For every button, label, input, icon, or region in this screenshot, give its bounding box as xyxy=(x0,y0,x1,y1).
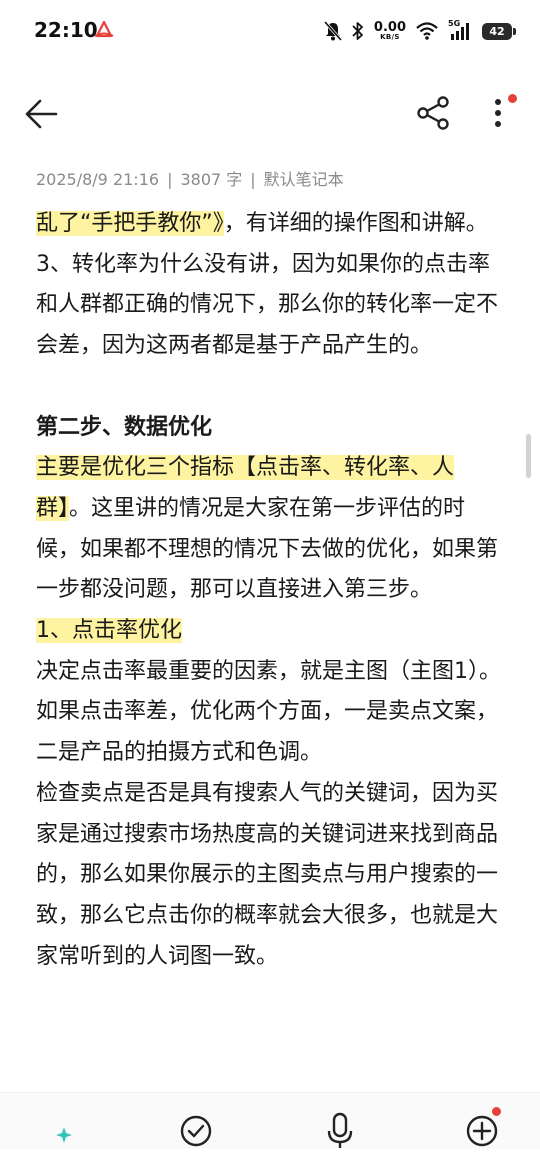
bottom-toolbar xyxy=(0,1092,540,1149)
mute-bell-icon xyxy=(323,21,342,41)
paragraph: 3、转化率为什么没有讲，因为如果你的点击率和人群都正确的情况下，那么你的转化率一… xyxy=(36,251,499,359)
add-button[interactable] xyxy=(462,1107,502,1151)
checkmark-circle-icon[interactable] xyxy=(176,1111,216,1151)
status-icons: 0.00 KB/S 5G 42 xyxy=(323,18,516,44)
subheading: 1、点击率优化 xyxy=(36,611,508,652)
net-speed: 0.00 KB/S xyxy=(374,21,406,41)
highlighted-text: 乱了“手把手教你”》 xyxy=(36,211,224,236)
status-time: 22:10 xyxy=(34,18,98,42)
section-heading: 第二步、数据优化 xyxy=(36,414,213,440)
cellular-signal: 5G xyxy=(448,19,472,41)
more-button[interactable] xyxy=(480,92,517,134)
paragraph-text: 。这里讲的情况是大家在第一步评估的时候，如果都不理想的情况下去做的优化，如果第一… xyxy=(36,495,499,603)
scrollbar-thumb[interactable] xyxy=(526,434,531,478)
note-toolbar xyxy=(0,80,540,146)
meta-separator: | xyxy=(250,170,256,189)
paragraph: 主要是优化三个指标【点击率、转化率、人群】。这里讲的情况是大家在第一步评估的时候… xyxy=(36,448,508,611)
paragraph: 决定点击率最重要的因素，就是主图（主图1）。如果点击率差，优化两个方面，一是卖点… xyxy=(36,658,501,766)
note-word-count: 3807 字 xyxy=(180,170,243,189)
paragraph: 乱了“手把手教你”》，有详细的操作图和讲解。 xyxy=(36,204,508,245)
cellular-signal-icon xyxy=(451,23,469,40)
status-bar: 22:10 0.00 KB/S 5G 42 xyxy=(0,0,540,64)
microphone-icon[interactable] xyxy=(320,1111,360,1151)
highlighted-text: 1、点击率优化 xyxy=(36,618,182,644)
ai-sparkle-list-icon[interactable] xyxy=(36,1111,76,1151)
battery-icon: 42 xyxy=(482,22,516,40)
note-meta: 2025/8/9 21:16 | 3807 字 | 默认笔记本 xyxy=(36,166,344,190)
net-speed-unit: KB/S xyxy=(380,33,400,41)
share-icon[interactable] xyxy=(414,93,454,133)
note-body[interactable]: 乱了“手把手教你”》，有详细的操作图和讲解。 3、转化率为什么没有讲，因为如果你… xyxy=(36,204,508,977)
meta-separator: | xyxy=(167,170,173,189)
app-logo-icon xyxy=(94,21,114,38)
add-circle-icon xyxy=(466,1115,498,1147)
paragraph-text: ，有详细的操作图和讲解。 xyxy=(223,211,488,236)
wifi-icon xyxy=(416,22,438,40)
notification-dot xyxy=(508,94,517,103)
paragraph: 检查卖点是否是具有搜索人气的关键词，因为买家是通过搜索市场热度高的关键词进来找到… xyxy=(36,780,499,969)
note-date: 2025/8/9 21:16 xyxy=(36,170,160,189)
bluetooth-icon xyxy=(352,22,363,40)
back-arrow-icon[interactable] xyxy=(20,94,64,134)
notebook-name[interactable]: 默认笔记本 xyxy=(264,170,344,189)
notification-dot xyxy=(492,1107,501,1116)
